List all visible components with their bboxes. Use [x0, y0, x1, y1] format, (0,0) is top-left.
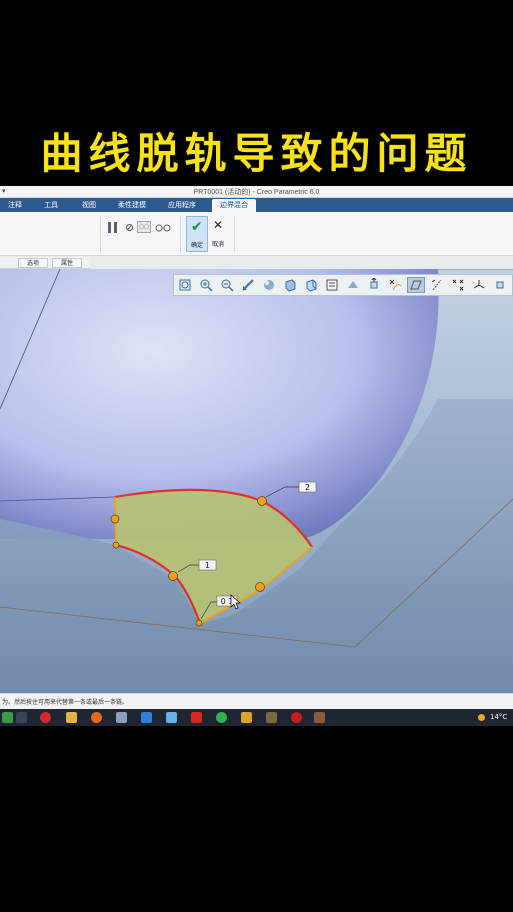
drag-handle[interactable]	[195, 619, 203, 627]
recorder-icon[interactable]	[40, 712, 51, 723]
app-icon[interactable]	[141, 712, 152, 723]
graphics-toolbar	[173, 274, 513, 296]
app-icon[interactable]	[266, 712, 277, 723]
refit-icon[interactable]	[176, 277, 194, 293]
record-icon[interactable]	[291, 712, 302, 723]
status-message: 为。然后按住可用来代替第一条或最后一条链。	[2, 699, 129, 706]
ok-button[interactable]: ✔ 确定	[186, 216, 208, 252]
tab-flexible-modeling[interactable]: 柔性建模	[118, 200, 146, 210]
window-title: PRT0001 (活动的) - Creo Parametric 6.0	[193, 189, 320, 196]
tab-annotate[interactable]: 注释	[8, 200, 22, 210]
more-icon[interactable]	[491, 277, 509, 293]
check-icon: ✔	[191, 219, 203, 235]
wechat-icon[interactable]	[216, 712, 227, 723]
tab-boundary-blend[interactable]: 边界混合	[212, 199, 256, 212]
title-bar: ▾ PRT0001 (活动的) - Creo Parametric 6.0	[0, 186, 513, 198]
ribbon-separator	[180, 216, 181, 252]
status-bar: 为。然后按住可用来代替第一条或最后一条链。	[0, 693, 513, 709]
pause-icon[interactable]	[108, 222, 118, 233]
drag-handle[interactable]	[112, 541, 120, 549]
subtab-properties[interactable]: 属性	[52, 258, 82, 268]
layers-icon[interactable]	[323, 277, 341, 293]
drag-handle[interactable]	[255, 582, 265, 592]
zoom-in-icon[interactable]	[197, 277, 215, 293]
app-icon[interactable]	[166, 712, 177, 723]
ribbon-separator	[234, 216, 235, 252]
file-explorer-icon[interactable]	[66, 712, 77, 723]
ribbon-tabs: 注释 工具 视图 柔性建模 应用程序 边界混合	[0, 198, 513, 212]
windows-taskbar: 14°C	[0, 709, 513, 726]
cancel-button[interactable]: ✕ 取消	[210, 216, 226, 252]
start-icon[interactable]	[2, 712, 13, 723]
axis-display-icon[interactable]	[428, 277, 446, 293]
headline-text: 曲线脱轨导致的问题	[40, 128, 473, 178]
video-headline: 曲线脱轨导致的问题	[0, 110, 513, 190]
app-icon[interactable]	[241, 712, 252, 723]
zoom-out-icon[interactable]	[218, 277, 236, 293]
temperature-readout[interactable]: 14°C	[490, 713, 507, 721]
tab-applications[interactable]: 应用程序	[168, 200, 196, 210]
stop-icon[interactable]	[126, 224, 133, 231]
autocad-icon[interactable]	[191, 712, 202, 723]
preview-icon[interactable]: ▢▢	[137, 221, 151, 233]
app-icon[interactable]	[116, 712, 127, 723]
creo-icon[interactable]	[314, 712, 325, 723]
drag-handle[interactable]	[257, 496, 267, 506]
tab-view[interactable]: 视图	[82, 200, 96, 210]
spin-center-icon[interactable]	[365, 277, 383, 293]
repaint-icon[interactable]	[239, 277, 257, 293]
chain-2-label: 2	[305, 483, 310, 492]
drag-handle[interactable]	[168, 571, 178, 581]
display-style-icon[interactable]	[260, 277, 278, 293]
subtab-options[interactable]: 选项	[18, 258, 48, 268]
glasses-icon[interactable]	[155, 223, 171, 232]
view-orient-icon[interactable]	[302, 277, 320, 293]
saved-views-icon[interactable]	[281, 277, 299, 293]
weather-icon[interactable]	[476, 712, 487, 723]
close-icon: ✕	[213, 218, 224, 232]
plane-display-icon[interactable]	[407, 277, 425, 293]
firefox-icon[interactable]	[91, 712, 102, 723]
ok-label: 确定	[190, 242, 203, 249]
task-view-icon[interactable]	[16, 712, 27, 723]
csys-display-icon[interactable]	[470, 277, 488, 293]
drag-handle[interactable]	[110, 514, 120, 524]
datum-display-icon[interactable]	[344, 277, 362, 293]
cancel-label: 取消	[211, 241, 224, 248]
chain-1-label: 1	[205, 561, 210, 570]
creo-app-window: ▾ PRT0001 (活动的) - Creo Parametric 6.0 注释…	[0, 186, 513, 726]
point-display-icon[interactable]	[449, 277, 467, 293]
model-scene[interactable]: 2 1 0 1	[0, 269, 513, 693]
tab-tools[interactable]: 工具	[44, 200, 58, 210]
ribbon-separator	[100, 216, 101, 252]
feature-subtabs: 选项 属性	[0, 257, 90, 269]
ribbon-panel: ▢▢ ✔ 确定 ✕ 取消	[0, 212, 513, 256]
graphics-area[interactable]: 2 1 0 1	[0, 269, 513, 693]
annotation-display-icon[interactable]	[386, 277, 404, 293]
